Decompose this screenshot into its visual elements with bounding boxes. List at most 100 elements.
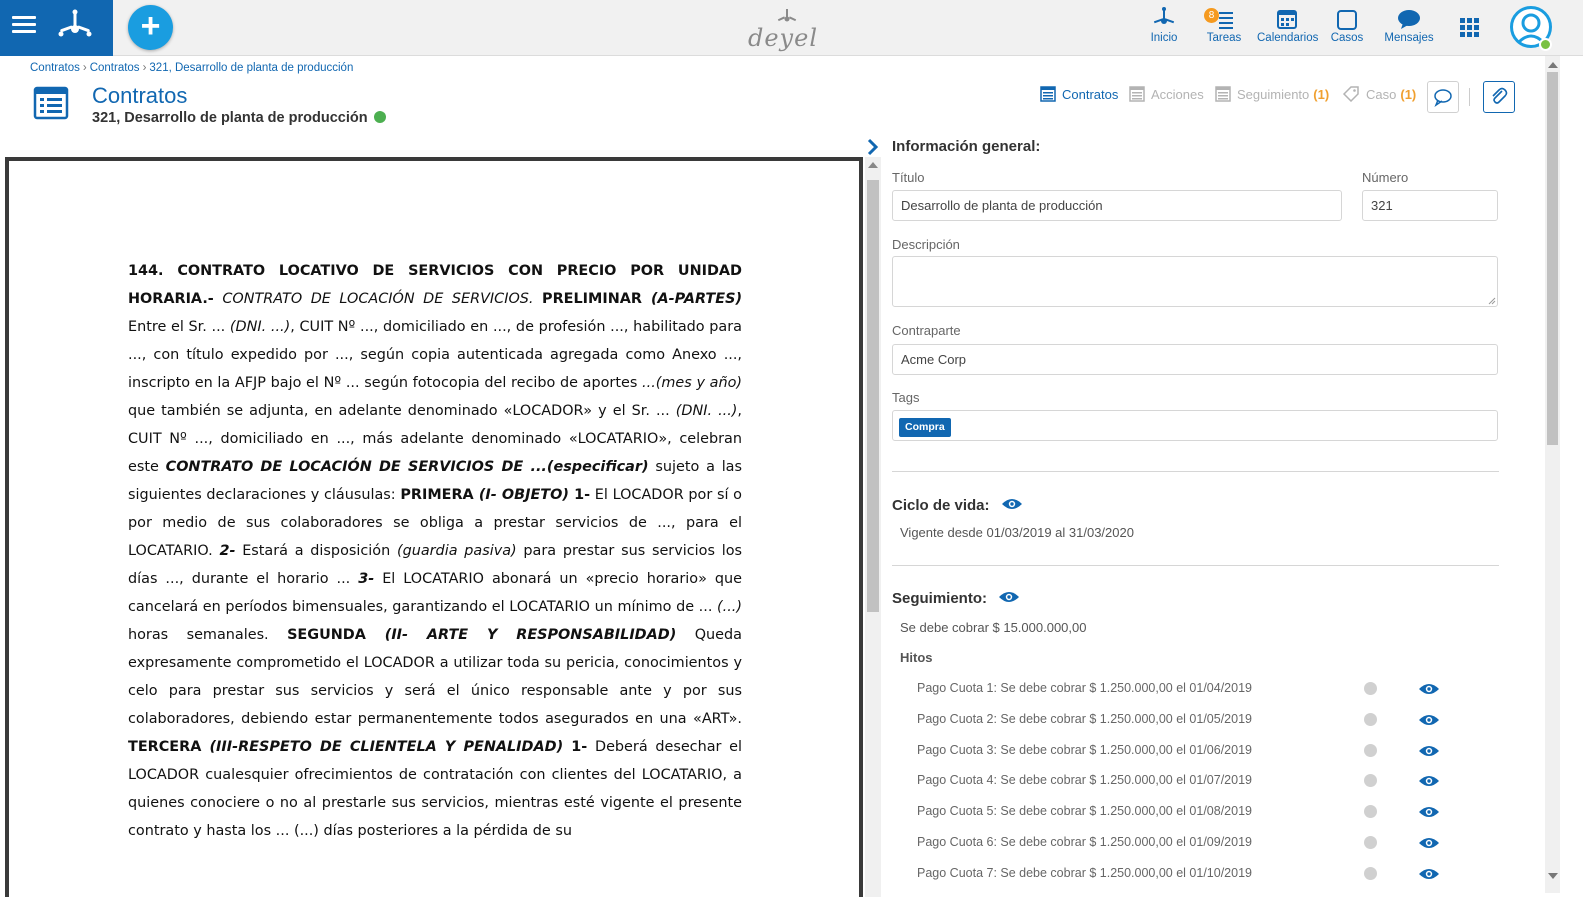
messages-icon [1398,10,1420,29]
record-title: 321, Desarrollo de planta de producción [92,110,368,126]
breadcrumb-item[interactable]: Contratos [90,62,140,74]
hamburger-menu-icon[interactable] [12,16,36,38]
tab-label: Acciones [1151,86,1204,102]
nav-label-inicio: Inicio [1150,32,1178,44]
page-subtitle: 321, Desarrollo de planta de producción [92,110,386,126]
hito-item: Pago Cuota 1: Se debe cobrar $ 1.250.000… [917,681,1252,695]
hito-item: Pago Cuota 2: Se debe cobrar $ 1.250.000… [917,711,1252,726]
hito-eye-icon[interactable] [1418,713,1440,727]
nav-label-mensajes: Mensajes [1384,32,1434,44]
seguimiento-title: Seguimiento: [892,590,988,607]
tags-field[interactable]: Compra [892,410,1498,441]
hito-status-dot [1364,836,1377,849]
hito-eye-icon[interactable] [1418,744,1440,758]
deyel-logo-icon[interactable] [56,8,94,46]
hito-item: Pago Cuota 7: Se debe cobrar $ 1.250.000… [917,865,1252,880]
home-logo-icon [1153,7,1175,24]
nav-tareas[interactable]: 8 Tareas [1204,6,1244,44]
descripcion-label: Descripción [892,237,960,252]
tasks-badge: 8 [1204,8,1219,23]
tab-seguimiento[interactable]: Seguimiento (1) [1215,86,1329,102]
add-button[interactable]: + [128,5,173,50]
tag-icon [1342,86,1359,102]
hito-status-dot [1364,743,1377,757]
actions-icon [1129,86,1145,102]
hitos-title: Hitos [900,650,933,665]
brand-name: deyel [747,24,818,52]
comment-icon [1434,89,1452,107]
page-scroll-thumb[interactable] [1547,72,1558,445]
tab-contratos[interactable]: Contratos [1040,86,1118,102]
breadcrumb: Contratos › Contratos › 321, Desarrollo de p… [30,62,354,74]
page-scroll-up-arrow[interactable] [1548,62,1558,68]
form-icon [1040,86,1056,102]
nav-casos[interactable]: Casos [1330,6,1364,44]
resize-handle-icon[interactable] [1487,296,1496,305]
hito-status-dot [1364,774,1377,788]
contraparte-label: Contraparte [892,323,961,338]
comments-button[interactable] [1427,81,1459,113]
hito-eye-icon[interactable] [1418,805,1440,819]
tab-caso[interactable]: Caso (1) [1342,86,1416,102]
collapse-panel-chevron-icon[interactable] [865,138,881,156]
hito-item: Pago Cuota 6: Se debe cobrar $ 1.250.000… [917,835,1252,849]
page-title: Contratos [92,83,188,108]
contraparte-field[interactable]: Acme Corp [892,344,1498,375]
titulo-field[interactable]: Desarrollo de planta de producción [892,190,1342,221]
eye-icon[interactable] [998,590,1020,604]
nav-mensajes[interactable]: Mensajes [1383,6,1435,44]
document-viewer[interactable]: 144. CONTRATO LOCATIVO DE SERVICIOS CON … [5,157,863,897]
numero-field[interactable]: 321 [1362,190,1498,221]
document-scroll-thumb[interactable] [867,180,879,612]
descripcion-textarea[interactable] [892,256,1498,307]
top-bar: + deyel Inicio 8 Tareas Calendarios Caso… [0,0,1583,56]
ciclo-de-vida-text: Vigente desde 01/03/2019 al 31/03/2020 [900,525,1134,540]
hito-status-dot [1364,682,1377,695]
apps-grid-icon[interactable] [1460,18,1480,38]
tag-chip[interactable]: Compra [899,418,951,437]
tab-acciones[interactable]: Acciones [1129,86,1204,102]
hito-item: Pago Cuota 4: Se debe cobrar $ 1.250.000… [917,773,1252,788]
page-scroll-down-arrow[interactable] [1548,873,1558,879]
document-text: 144. CONTRATO LOCATIVO DE SERVICIOS CON … [128,263,743,839]
app-launcher-area [0,0,113,56]
tab-label: Contratos [1062,86,1119,102]
hito-eye-icon[interactable] [1418,867,1440,881]
tab-count: (1) [1400,86,1417,102]
hito-item: Pago Cuota 5: Se debe cobrar $ 1.250.000… [917,804,1252,819]
divider [1469,88,1470,106]
hito-status-dot [1364,866,1377,880]
nav-label-tareas: Tareas [1206,32,1242,44]
status-indicator [373,111,386,123]
document-scroll-up-arrow[interactable] [868,162,878,168]
cases-icon [1337,10,1357,30]
nav-label-casos: Casos [1330,32,1364,44]
tab-label: Seguimiento [1237,86,1310,102]
seguimiento-text: Se debe cobrar $ 15.000.000,00 [900,620,1087,635]
hito-eye-icon[interactable] [1418,774,1440,788]
breadcrumb-item[interactable]: Contratos [30,62,80,74]
breadcrumb-item[interactable]: 321, Desarrollo de planta de producción [149,62,353,74]
tags-label: Tags [892,390,920,405]
section-divider [892,565,1499,566]
user-status-indicator [1539,38,1552,51]
ciclo-de-vida-title: Ciclo de vida: [892,497,990,514]
numero-label: Número [1362,170,1409,185]
hito-status-dot [1364,712,1377,726]
nav-label-calendarios: Calendarios [1257,32,1319,44]
hito-item: Pago Cuota 3: Se debe cobrar $ 1.250.000… [917,742,1252,757]
general-info-title: Información general: [892,138,1041,155]
hito-eye-icon[interactable] [1418,682,1440,696]
hito-eye-icon[interactable] [1418,836,1440,850]
tracking-icon [1215,86,1231,102]
nav-inicio[interactable]: Inicio [1146,6,1182,44]
calendar-icon [1277,10,1297,29]
section-divider [892,471,1499,472]
nav-calendarios[interactable]: Calendarios [1257,6,1319,44]
attachment-button[interactable] [1483,81,1515,113]
contract-form-icon [33,86,69,120]
tab-label: Caso [1366,86,1397,102]
eye-icon[interactable] [1001,497,1023,511]
hito-status-dot [1364,805,1377,819]
paperclip-icon [1492,87,1508,104]
